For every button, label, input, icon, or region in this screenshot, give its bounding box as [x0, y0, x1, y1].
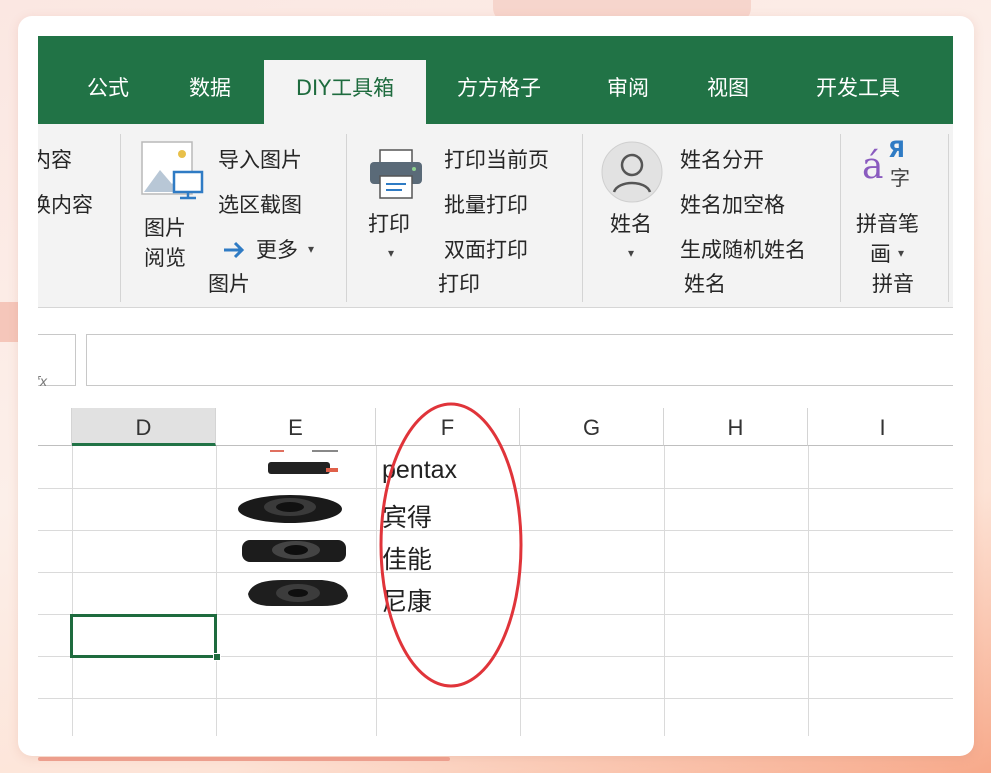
selection-screenshot-button[interactable]: 选区截图	[218, 189, 302, 219]
person-icon	[601, 141, 663, 203]
screenshot-card: 公式 数据 DIY工具箱 方方格子 审阅 视图 开发工具 内容 换内容 图片 阅…	[18, 16, 974, 756]
group-separator	[948, 134, 949, 302]
red-annotation-circle	[379, 402, 523, 688]
insert-function-box[interactable]: ƒx	[38, 334, 76, 390]
camera-image-canon[interactable]	[238, 532, 350, 570]
column-header-d[interactable]: D	[72, 408, 216, 446]
pinyin-stroke-label-line2: 画	[870, 242, 891, 266]
picture-browse-icon	[141, 141, 204, 200]
print-button[interactable]: 打印 ▾	[364, 148, 430, 288]
ribbon-tab-bar: 公式 数据 DIY工具箱 方方格子 审阅 视图 开发工具	[38, 36, 953, 126]
fx-icon: ƒx	[38, 375, 48, 390]
pinyin-stroke-button[interactable]: á Я 字 拼音笔 画 ▾	[852, 138, 932, 278]
tab-fangfang-gezi[interactable]: 方方格子	[440, 60, 558, 124]
ribbon-item-replace-content[interactable]: 换内容	[38, 189, 93, 219]
group-separator	[120, 134, 121, 302]
active-cell-selection[interactable]	[70, 614, 217, 658]
arrow-right-icon	[224, 241, 245, 259]
formula-bar: ƒx	[38, 308, 953, 408]
grid-line	[216, 446, 217, 736]
excel-window: 公式 数据 DIY工具箱 方方格子 审阅 视图 开发工具 内容 换内容 图片 阅…	[38, 36, 953, 736]
group-separator	[582, 134, 583, 302]
picture-browse-label-line1: 图片	[144, 216, 186, 240]
column-header-c[interactable]	[38, 408, 72, 446]
tab-data[interactable]: 数据	[176, 60, 244, 124]
fill-handle[interactable]	[213, 653, 221, 661]
random-name-button[interactable]: 生成随机姓名	[680, 234, 806, 264]
batch-print-button[interactable]: 批量打印	[444, 189, 528, 219]
ribbon-body: 内容 换内容 图片 阅览 导入图片 选区截图 更多 ▾ 图片 打印 ▾ 打印当前…	[38, 124, 953, 308]
name-button[interactable]: 姓名 ▾	[598, 140, 668, 280]
grid-line	[72, 446, 73, 736]
camera-image-pentax-body[interactable]	[234, 490, 346, 528]
chevron-down-icon: ▾	[308, 242, 315, 256]
split-name-button[interactable]: 姓名分开	[680, 144, 764, 174]
pinyin-icon-a: á	[862, 146, 884, 187]
group-separator	[346, 134, 347, 302]
tab-review[interactable]: 审阅	[594, 60, 662, 124]
pinyin-icon-ya: Я	[888, 138, 905, 163]
pinyin-icon-zi: 字	[890, 166, 910, 190]
camera-image-pentax[interactable]	[264, 450, 344, 480]
camera-image-nikon[interactable]	[242, 574, 354, 612]
tab-diy-toolbox[interactable]: DIY工具箱	[264, 60, 426, 126]
more-button[interactable]: 更多 ▾	[222, 234, 332, 264]
import-pictures-button[interactable]: 导入图片	[218, 144, 302, 174]
chevron-down-icon: ▾	[898, 246, 905, 260]
grid-line	[664, 446, 665, 736]
chevron-down-icon: ▾	[388, 246, 395, 260]
picture-browse-label-line2: 阅览	[144, 246, 186, 270]
tab-view[interactable]: 视图	[694, 60, 762, 124]
column-header-e[interactable]: E	[216, 408, 376, 446]
picture-group-label: 图片	[208, 272, 250, 296]
grid-line	[808, 446, 809, 736]
name-add-space-button[interactable]: 姓名加空格	[680, 189, 785, 219]
column-header-h[interactable]: H	[664, 408, 808, 446]
background-accent-left	[0, 302, 20, 342]
duplex-print-button[interactable]: 双面打印	[444, 234, 528, 264]
background-accent-bottom	[38, 757, 450, 761]
print-group-label: 打印	[438, 272, 480, 296]
print-current-page-button[interactable]: 打印当前页	[444, 144, 549, 174]
pinyin-stroke-label-line1: 拼音笔	[856, 212, 919, 236]
chevron-down-icon: ▾	[628, 246, 635, 260]
column-header-g[interactable]: G	[520, 408, 664, 446]
tab-formulas[interactable]: 公式	[74, 60, 142, 124]
ribbon-item-content[interactable]: 内容	[38, 144, 72, 174]
name-group-label: 姓名	[684, 272, 726, 296]
column-header-i[interactable]: I	[808, 408, 953, 446]
pinyin-icon: á Я 字	[862, 138, 922, 194]
more-label: 更多	[256, 238, 298, 262]
name-label: 姓名	[610, 212, 652, 236]
group-separator	[840, 134, 841, 302]
printer-icon	[370, 149, 422, 199]
print-label: 打印	[368, 212, 410, 236]
grid-line	[38, 698, 953, 699]
tab-developer[interactable]: 开发工具	[798, 60, 918, 124]
formula-input[interactable]	[86, 334, 953, 386]
pinyin-group-label: 拼音	[872, 272, 914, 296]
picture-browse-button[interactable]: 图片 阅览	[138, 140, 210, 290]
